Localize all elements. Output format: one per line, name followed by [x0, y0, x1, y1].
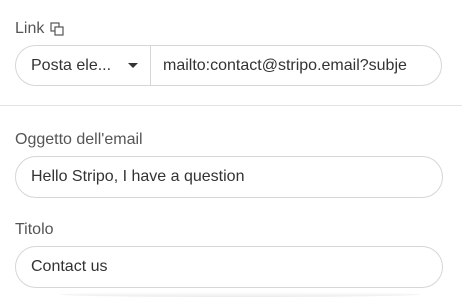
chevron-down-icon [128, 63, 138, 68]
link-url-input[interactable] [151, 46, 441, 85]
link-type-value: Posta ele... [31, 56, 112, 74]
title-label: Titolo [15, 221, 54, 238]
subject-label: Oggetto dell'email [15, 131, 143, 148]
title-input[interactable] [15, 246, 443, 288]
bottom-shadow [60, 292, 420, 297]
link-type-select[interactable]: Posta ele... [16, 46, 151, 85]
link-combo: Posta ele... [15, 45, 442, 86]
copy-icon[interactable] [50, 22, 64, 36]
link-label: Link [15, 20, 45, 37]
link-label-row: Link [15, 19, 64, 39]
email-subject-input[interactable] [15, 156, 443, 198]
section-divider [0, 105, 462, 106]
